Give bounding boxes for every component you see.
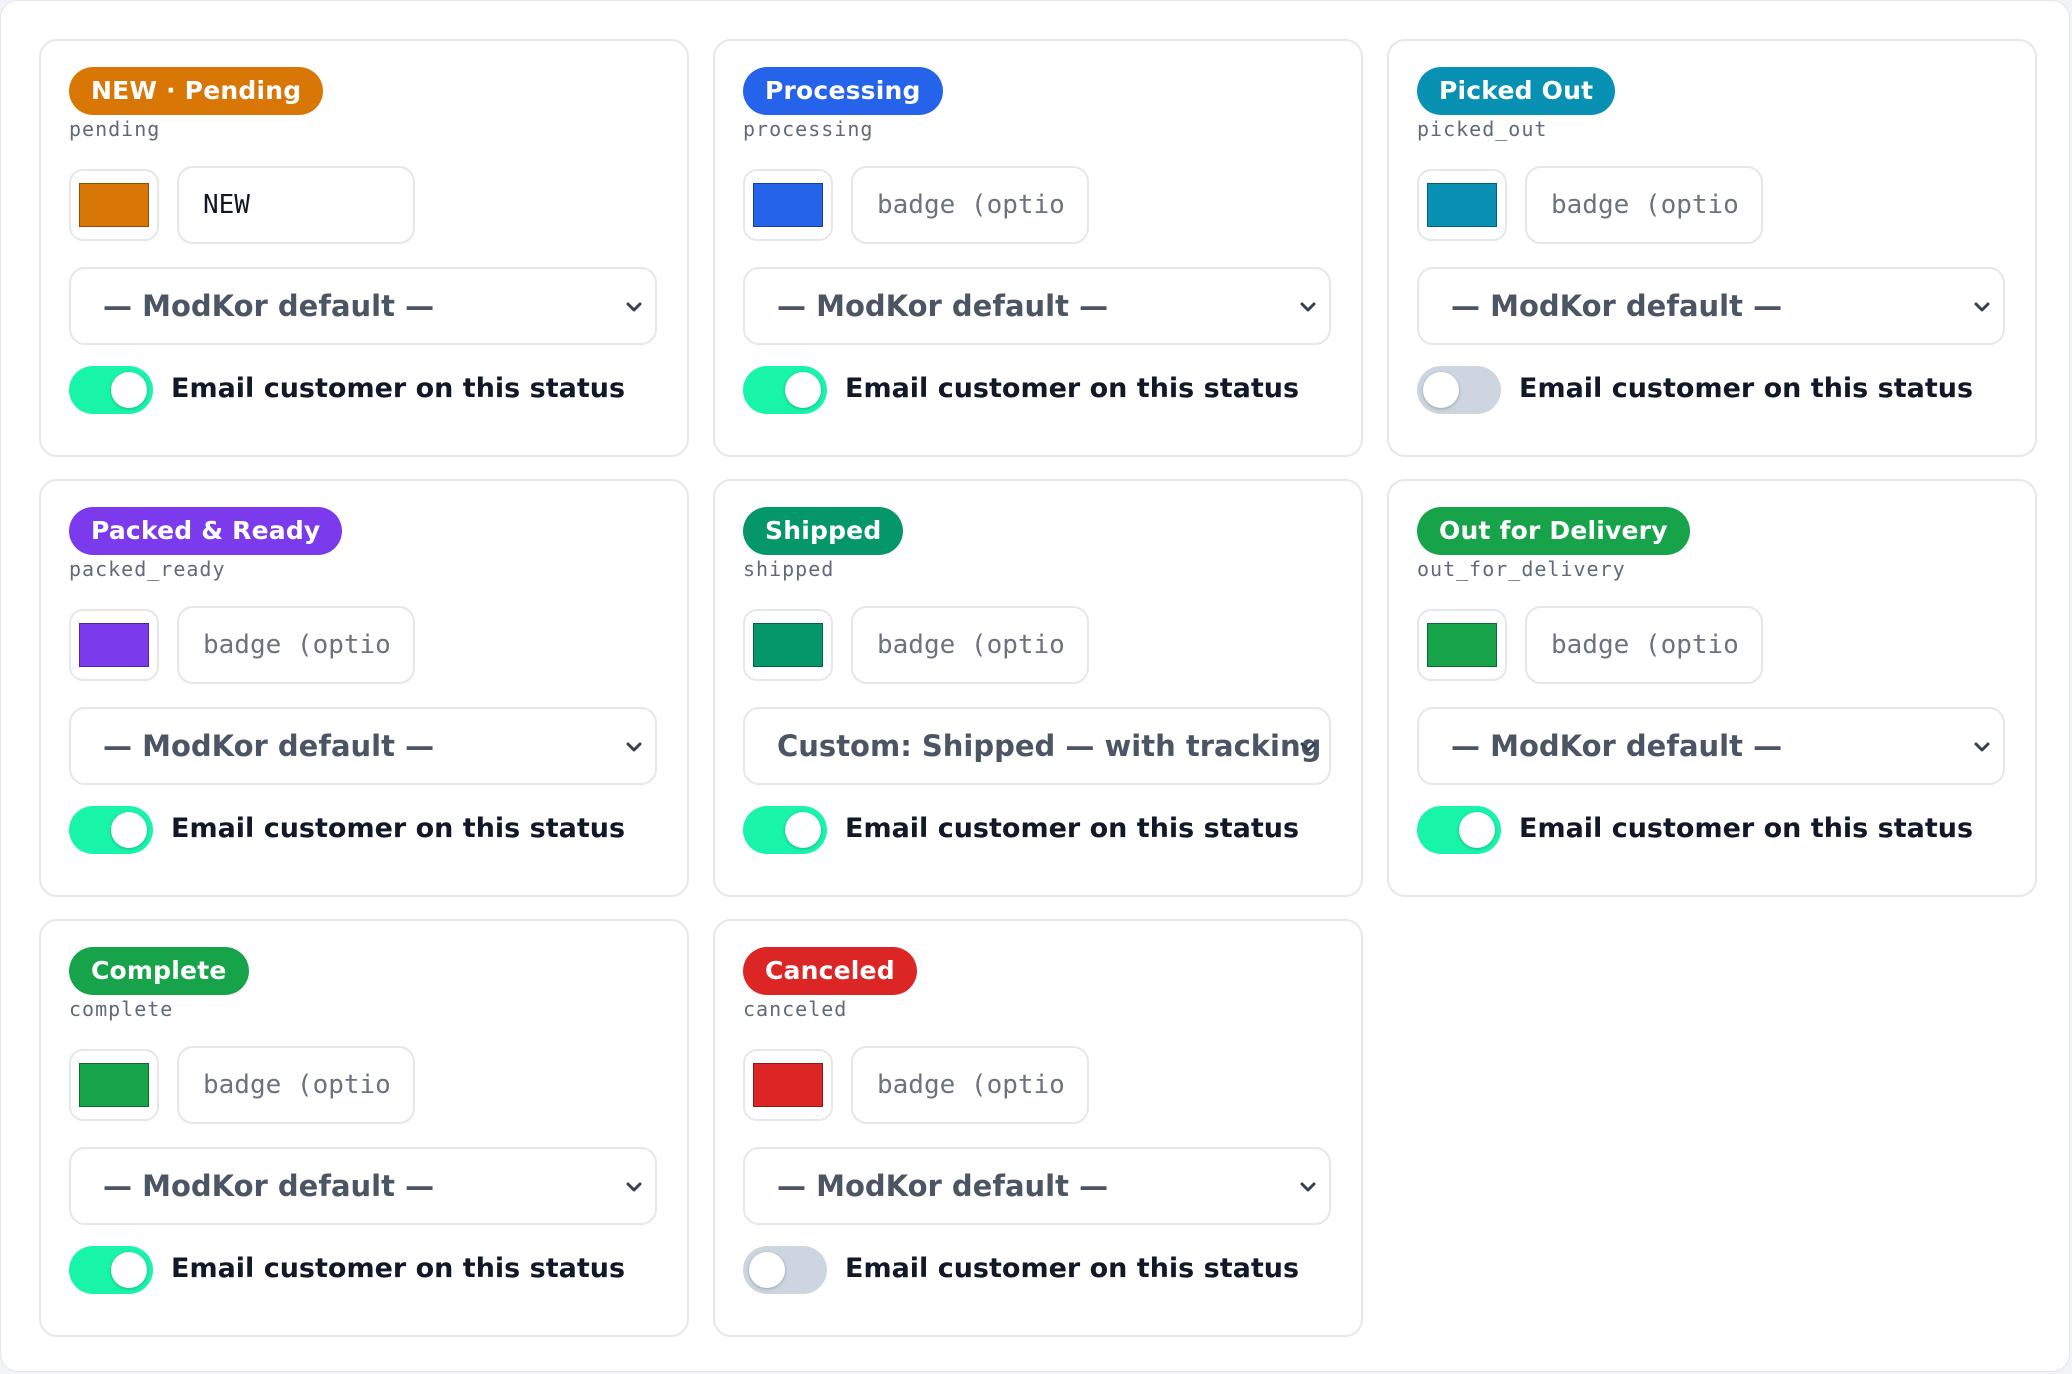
status-badge: Complete: [69, 947, 249, 995]
template-select-value: — ModKor default —: [777, 1169, 1109, 1203]
toggle-knob: [111, 372, 147, 408]
status-code: packed_ready: [69, 557, 226, 581]
status-badge: Processing: [743, 67, 943, 115]
color-swatch: [1427, 623, 1497, 667]
template-select[interactable]: — ModKor default —: [743, 267, 1331, 345]
color-picker[interactable]: [743, 1049, 833, 1121]
badge-input[interactable]: [177, 1046, 415, 1124]
badge-input[interactable]: [1525, 606, 1763, 684]
status-badge: Picked Out: [1417, 67, 1616, 115]
email-toggle[interactable]: [69, 1246, 153, 1294]
status-code: shipped: [743, 557, 835, 581]
template-select-value: — ModKor default —: [1451, 289, 1783, 323]
email-toggle[interactable]: [69, 806, 153, 854]
email-toggle[interactable]: [743, 366, 827, 414]
status-badge: Packed & Ready: [69, 507, 343, 555]
toggle-knob: [785, 812, 821, 848]
toggle-knob: [111, 1252, 147, 1288]
email-toggle-label: Email customer on this status: [845, 373, 1300, 404]
status-badge: Canceled: [743, 947, 917, 995]
email-toggle-label: Email customer on this status: [1519, 813, 1974, 844]
color-picker[interactable]: [1417, 169, 1507, 241]
status-code: canceled: [743, 997, 848, 1021]
status-badge: Out for Delivery: [1417, 507, 1690, 555]
color-swatch: [79, 183, 149, 227]
template-select[interactable]: — ModKor default —: [69, 1147, 657, 1225]
color-swatch: [1427, 183, 1497, 227]
color-swatch: [79, 1063, 149, 1107]
chevron-down-icon: [1974, 742, 1990, 752]
color-picker[interactable]: [743, 609, 833, 681]
color-picker[interactable]: [1417, 609, 1507, 681]
chevron-down-icon: [1300, 302, 1316, 312]
status-grid: NEW · Pending pending — ModKor default —…: [39, 39, 2037, 1337]
status-code: pending: [69, 117, 161, 141]
template-select[interactable]: Custom: Shipped — with tracking: [743, 707, 1331, 785]
status-card-complete: Complete complete — ModKor default — Ema…: [39, 919, 689, 1337]
email-toggle-label: Email customer on this status: [845, 813, 1300, 844]
email-toggle-label: Email customer on this status: [845, 1253, 1300, 1284]
template-select-value: — ModKor default —: [1451, 729, 1783, 763]
email-toggle[interactable]: [1417, 366, 1501, 414]
status-badge: NEW · Pending: [69, 67, 324, 115]
status-code: picked_out: [1417, 117, 1548, 141]
status-card-out-for-delivery: Out for Delivery out_for_delivery — ModK…: [1387, 479, 2037, 897]
color-picker[interactable]: [69, 169, 159, 241]
status-card-canceled: Canceled canceled — ModKor default — Ema…: [713, 919, 1363, 1337]
badge-input[interactable]: [851, 606, 1089, 684]
email-toggle-label: Email customer on this status: [171, 1253, 626, 1284]
chevron-down-icon: [626, 1182, 642, 1192]
template-select-value: Custom: Shipped — with tracking: [777, 729, 1322, 763]
chevron-down-icon: [626, 302, 642, 312]
color-swatch: [79, 623, 149, 667]
template-select-value: — ModKor default —: [103, 289, 435, 323]
color-picker[interactable]: [743, 169, 833, 241]
email-toggle[interactable]: [743, 1246, 827, 1294]
template-select-value: — ModKor default —: [103, 729, 435, 763]
status-code: out_for_delivery: [1417, 557, 1626, 581]
badge-input[interactable]: [1525, 166, 1763, 244]
template-select-value: — ModKor default —: [777, 289, 1109, 323]
status-card-processing: Processing processing — ModKor default —…: [713, 39, 1363, 457]
color-swatch: [753, 623, 823, 667]
badge-input[interactable]: [851, 1046, 1089, 1124]
email-toggle[interactable]: [1417, 806, 1501, 854]
chevron-down-icon: [1300, 1182, 1316, 1192]
toggle-knob: [749, 1252, 785, 1288]
status-card-shipped: Shipped shipped Custom: Shipped — with t…: [713, 479, 1363, 897]
status-code: processing: [743, 117, 874, 141]
template-select-value: — ModKor default —: [103, 1169, 435, 1203]
email-toggle-label: Email customer on this status: [171, 813, 626, 844]
toggle-knob: [111, 812, 147, 848]
color-picker[interactable]: [69, 609, 159, 681]
email-toggle[interactable]: [69, 366, 153, 414]
chevron-down-icon: [626, 742, 642, 752]
color-picker[interactable]: [69, 1049, 159, 1121]
toggle-knob: [1459, 812, 1495, 848]
status-card-pending: NEW · Pending pending — ModKor default —…: [39, 39, 689, 457]
template-select[interactable]: — ModKor default —: [1417, 267, 2005, 345]
email-toggle[interactable]: [743, 806, 827, 854]
badge-input[interactable]: [177, 166, 415, 244]
status-card-picked-out: Picked Out picked_out — ModKor default —…: [1387, 39, 2037, 457]
status-code: complete: [69, 997, 174, 1021]
template-select[interactable]: — ModKor default —: [743, 1147, 1331, 1225]
color-swatch: [753, 1063, 823, 1107]
color-swatch: [753, 183, 823, 227]
status-card-packed-ready: Packed & Ready packed_ready — ModKor def…: [39, 479, 689, 897]
status-settings-panel: NEW · Pending pending — ModKor default —…: [0, 0, 2070, 1372]
badge-input[interactable]: [851, 166, 1089, 244]
email-toggle-label: Email customer on this status: [171, 373, 626, 404]
template-select[interactable]: — ModKor default —: [69, 267, 657, 345]
chevron-down-icon: [1974, 302, 1990, 312]
template-select[interactable]: — ModKor default —: [1417, 707, 2005, 785]
badge-input[interactable]: [177, 606, 415, 684]
template-select[interactable]: — ModKor default —: [69, 707, 657, 785]
email-toggle-label: Email customer on this status: [1519, 373, 1974, 404]
status-badge: Shipped: [743, 507, 904, 555]
chevron-down-icon: [1300, 742, 1316, 752]
toggle-knob: [1423, 372, 1459, 408]
toggle-knob: [785, 372, 821, 408]
